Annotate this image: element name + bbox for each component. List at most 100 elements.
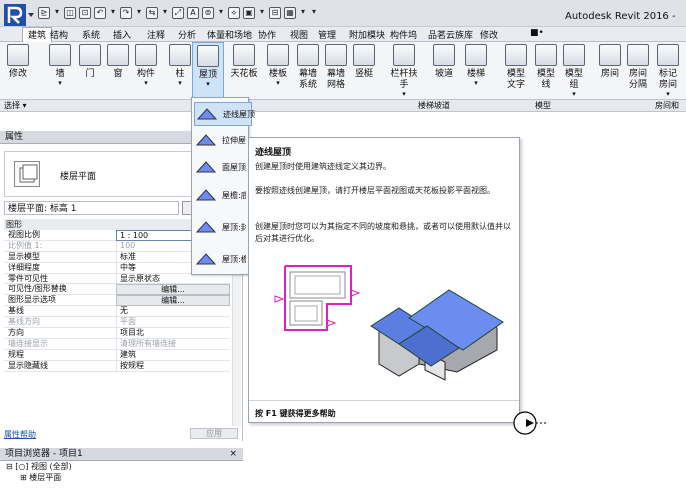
property-row[interactable]: 基线 无 [4, 306, 230, 318]
qat-glyph-icon[interactable]: ▾ [161, 7, 169, 19]
qat-glyph-icon[interactable]: ⊟ [269, 7, 281, 19]
chevron-down-icon[interactable]: ▾ [262, 80, 294, 87]
qat-glyph-icon[interactable]: ▾ [217, 7, 225, 19]
tree-item-floor-plans[interactable]: ⊞ 楼层平面 [6, 472, 243, 483]
tab-11[interactable]: 构件坞 [390, 28, 417, 41]
stair-icon [465, 44, 487, 66]
property-row[interactable]: 图形显示选项 编辑... [4, 295, 230, 307]
ribbon-button-15[interactable]: 模型 文字 [500, 42, 532, 100]
chevron-down-icon[interactable]: ▾ [460, 80, 492, 87]
tab-9[interactable]: 管理 [318, 28, 336, 41]
tab-14[interactable]: ■• [530, 28, 544, 38]
qat-glyph-icon[interactable]: ↶ [94, 7, 106, 19]
tree-item-views[interactable]: ⊟ [○] 视图 (全部) [6, 461, 243, 472]
qat-glyph-icon[interactable]: ▾ [109, 7, 117, 19]
qat-glyph-icon[interactable]: ⇆ [146, 7, 158, 19]
ribbon-button-20[interactable]: 标记 房间 ▾ [652, 42, 684, 100]
ribbon-button-11[interactable]: 竖梃 [348, 42, 380, 100]
property-value[interactable]: 建筑 [116, 349, 230, 361]
view-instance-select[interactable]: 楼层平面: 标高 1 [4, 201, 179, 215]
tab-10[interactable]: 附加模块 [349, 28, 385, 41]
ribbon-button-0[interactable]: 修改 [2, 42, 34, 100]
ribbon-button-label: 栏杆扶手 [390, 69, 418, 90]
tab-6[interactable]: 体量和场地 [207, 28, 252, 41]
property-value[interactable]: 按规程 [116, 360, 230, 372]
property-row[interactable]: 方向 项目北 [4, 328, 230, 339]
property-name: 详细程度 [8, 262, 40, 272]
property-row[interactable]: 零件可见性 显示原状态 [4, 273, 230, 285]
tab-12[interactable]: 品茗云族库 [428, 28, 473, 41]
property-value[interactable]: 项目北 [116, 328, 230, 339]
menu-item-2[interactable]: 面屋顶 [194, 156, 246, 180]
chevron-down-icon[interactable]: ▾ [652, 91, 684, 98]
tab-4[interactable]: 注释 [147, 28, 165, 41]
property-name: 方向 [8, 328, 24, 338]
tab-8[interactable]: 视图 [290, 28, 308, 41]
tab-7[interactable]: 协作 [258, 28, 276, 41]
menu-item-label: 面屋顶 [222, 163, 246, 172]
qat-glyph-icon[interactable]: ▾ [135, 7, 143, 19]
property-value: 平面 [116, 317, 230, 329]
ribbon-button-4[interactable]: 构件 ▾ [130, 42, 162, 100]
qat-glyph-icon[interactable]: ⤢ [172, 7, 184, 19]
qat-glyph-icon[interactable]: ⟡ [228, 7, 240, 19]
property-row[interactable]: 基线方向 平面 [4, 317, 230, 329]
qat-glyph-icon[interactable]: ↷ [120, 7, 132, 19]
ribbon-button-7[interactable]: 天花板 [228, 42, 260, 100]
tag-room-icon [657, 44, 679, 66]
wall-icon [49, 44, 71, 66]
property-value[interactable]: 编辑... [116, 284, 230, 296]
chevron-down-icon[interactable]: ▾ [558, 91, 590, 98]
qat-glyph-icon[interactable]: ⊚ [202, 7, 214, 19]
tab-0[interactable]: 建筑 [22, 27, 53, 42]
ribbon-button-6[interactable]: 屋顶 ▾ [192, 42, 224, 100]
ribbon-button-14[interactable]: 楼梯 ▾ [460, 42, 492, 100]
ribbon-button-8[interactable]: 楼板 ▾ [262, 42, 294, 100]
room-separator-icon [627, 44, 649, 66]
tab-5[interactable]: 分析 [178, 28, 196, 41]
chevron-down-icon[interactable]: ▾ [388, 91, 420, 98]
property-row[interactable]: 可见性/图形替换 编辑... [4, 284, 230, 296]
ribbon-button-12[interactable]: 栏杆扶手 ▾ [388, 42, 420, 100]
menu-item-1[interactable]: 拉伸屋顶 [194, 129, 246, 153]
ribbon-button-13[interactable]: 坡道 [428, 42, 460, 100]
revit-logo-icon[interactable] [4, 4, 34, 26]
chevron-down-icon[interactable]: ▾ [193, 81, 223, 88]
panel-label-select[interactable]: 选择 ▾ [4, 100, 27, 112]
close-icon[interactable]: × [229, 448, 237, 461]
qat-glyph-icon[interactable]: A [187, 7, 199, 19]
tab-3[interactable]: 插入 [113, 28, 131, 41]
qat-glyph-icon[interactable]: ▦ [284, 7, 296, 19]
menu-item-5[interactable]: 屋顶:檐槽 [194, 248, 246, 272]
property-value[interactable]: 无 [116, 306, 230, 318]
ribbon-button-1[interactable]: 墙 ▾ [44, 42, 76, 100]
ribbon-button-17[interactable]: 模型 组 ▾ [558, 42, 590, 100]
qat-glyph-icon[interactable]: ⊵ [38, 7, 50, 19]
ribbon-button-19[interactable]: 房间 分隔 [622, 42, 654, 100]
properties-help-link[interactable]: 属性帮助 [4, 429, 36, 440]
qat-glyph-icon[interactable]: ▾ [258, 7, 266, 19]
property-value[interactable]: 编辑... [116, 295, 230, 307]
menu-item-0[interactable]: 迹线屋顶 [194, 102, 255, 126]
property-value[interactable]: 显示原状态 [116, 273, 230, 285]
panel-label-room: 房间和 [655, 101, 679, 110]
menu-item-3[interactable]: 屋檐:底板 [194, 184, 246, 208]
qat-glyph-icon[interactable]: ◫ [64, 7, 76, 19]
tab-13[interactable]: 修改 [480, 28, 498, 41]
curtain-system-icon [297, 44, 319, 66]
apply-button[interactable]: 应用 [190, 428, 238, 439]
property-row[interactable]: 规程 建筑 [4, 349, 230, 361]
tab-1[interactable]: 结构 [50, 28, 68, 41]
property-row[interactable]: 墙连接显示 清理所有墙连接 [4, 338, 230, 350]
qat-glyph-icon[interactable]: ▾ [310, 7, 318, 19]
qat-glyph-icon[interactable]: ⊡ [79, 7, 91, 19]
property-name: 基线方向 [8, 317, 40, 327]
qat-glyph-icon[interactable]: ▾ [299, 7, 307, 19]
qat-glyph-icon[interactable]: ▾ [53, 7, 61, 19]
menu-item-4[interactable]: 屋顶:封檐板 [194, 216, 246, 240]
property-row[interactable]: 显示隐藏线 按规程 [4, 360, 230, 372]
chevron-down-icon[interactable]: ▾ [44, 80, 76, 87]
qat-glyph-icon[interactable]: ▣ [243, 7, 255, 19]
tab-2[interactable]: 系统 [82, 28, 100, 41]
chevron-down-icon[interactable]: ▾ [130, 80, 162, 87]
